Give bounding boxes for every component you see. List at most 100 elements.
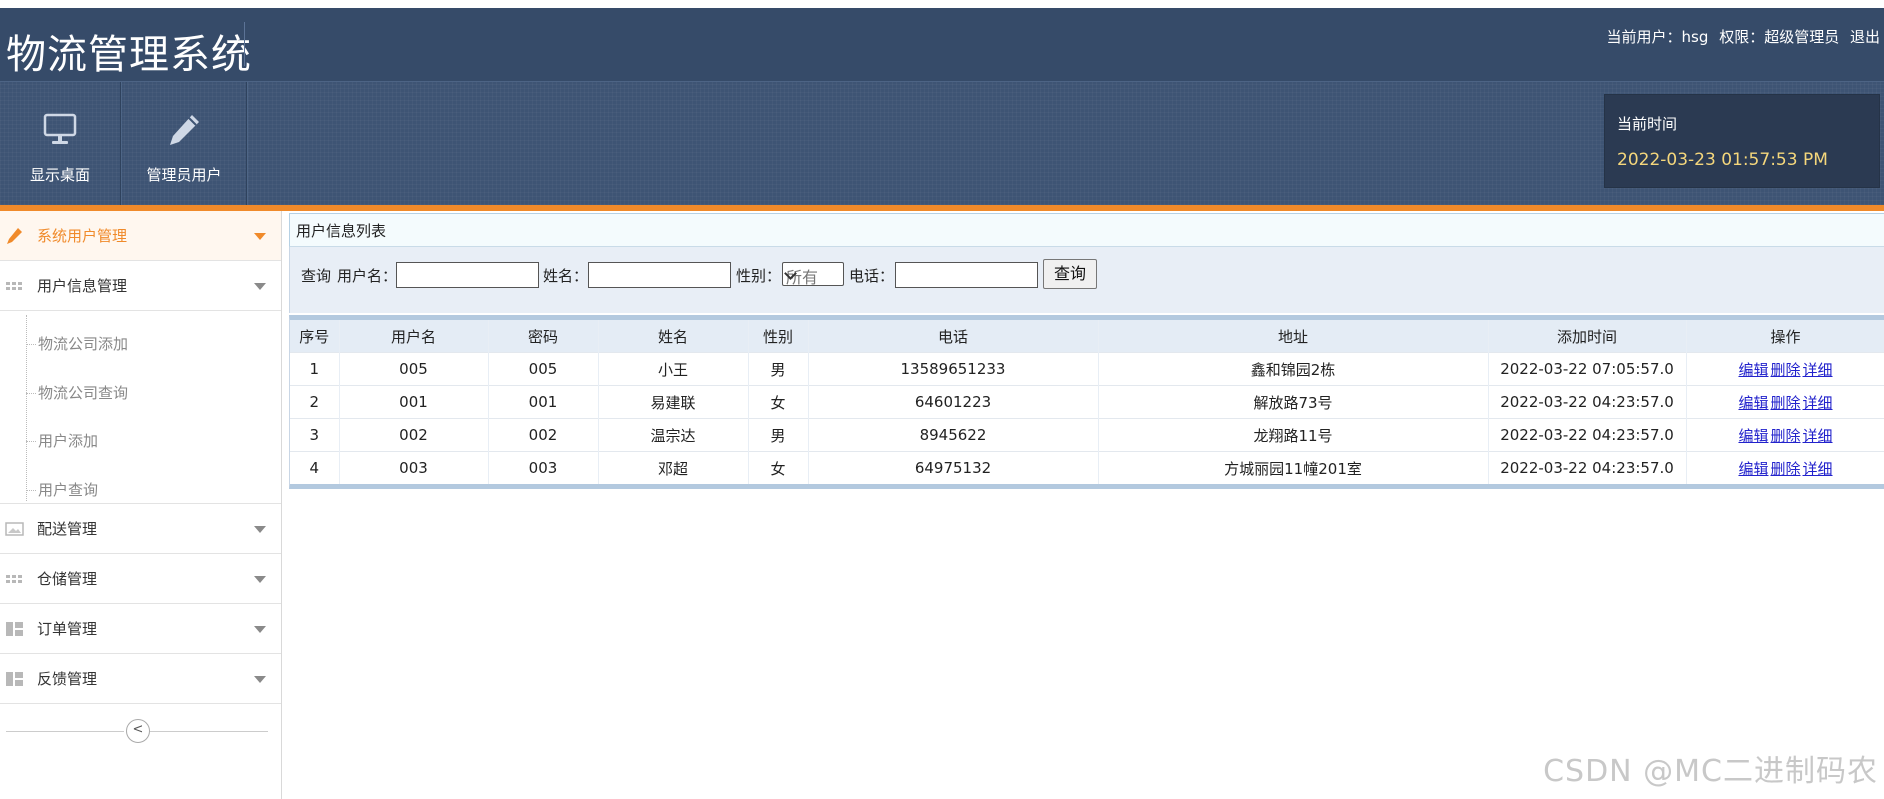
- chevron-down-icon: [254, 676, 266, 683]
- table-row: 2 001 001 易建联 女 64601223 解放路73号 2022-03-…: [290, 385, 1884, 419]
- edit-link[interactable]: 编辑: [1738, 361, 1768, 379]
- top-bar: 物流管理系统 当前用户：hsg 权限：超级管理员 退出: [0, 8, 1884, 82]
- user-table-wrapper: 序号 用户名 密码 姓名 性别 电话 地址 添加时间 操作 1 005 005 …: [289, 315, 1884, 489]
- current-time-value: 2022-03-23 01:57:53 PM: [1617, 150, 1828, 170]
- system-title: 物流管理系统: [6, 32, 252, 78]
- watermark: CSDN @MC二进制码农: [1543, 754, 1878, 789]
- gender-select[interactable]: 所有: [782, 262, 844, 287]
- main-content: 用户信息列表 查询 用户名： 姓名： 性别： 所有 电话： 查询 序号 用户名 …: [289, 213, 1884, 489]
- show-desktop-button[interactable]: 显示桌面: [0, 82, 121, 205]
- cell-gender: 男: [748, 418, 809, 452]
- column-header: 操作: [1686, 320, 1884, 353]
- cell-name: 小王: [598, 352, 749, 386]
- chevron-down-icon: [254, 626, 266, 633]
- menu-user-info-management[interactable]: 用户信息管理: [0, 261, 281, 311]
- panel-header: 用户信息列表: [289, 213, 1884, 247]
- detail-link[interactable]: 详细: [1803, 427, 1833, 445]
- logout-link[interactable]: 退出: [1850, 28, 1880, 46]
- detail-link[interactable]: 详细: [1803, 394, 1833, 412]
- phone-input[interactable]: [895, 262, 1038, 288]
- cell-password: 002: [488, 418, 599, 452]
- cell-index: 1: [290, 352, 340, 386]
- delete-link[interactable]: 删除: [1770, 427, 1800, 445]
- admin-user-label: 管理员用户: [146, 166, 222, 184]
- menu-warehouse-management[interactable]: 仓储管理: [0, 554, 281, 604]
- chevron-down-icon: [254, 576, 266, 583]
- submenu-label: 物流公司添加: [38, 335, 129, 353]
- delete-link[interactable]: 删除: [1770, 361, 1800, 379]
- column-header: 电话: [808, 320, 1099, 353]
- cell-actions: 编辑 删除 详细: [1686, 418, 1884, 452]
- submenu-label: 用户查询: [38, 481, 99, 499]
- menu-label: 反馈管理: [37, 670, 98, 688]
- cell-gender: 女: [748, 451, 809, 484]
- delete-link[interactable]: 删除: [1770, 394, 1800, 412]
- tree-dash: [26, 490, 36, 491]
- menu-system-user-management[interactable]: 系统用户管理: [0, 211, 281, 261]
- cell-name: 温宗达: [598, 418, 749, 452]
- current-user-label: 当前用户：hsg: [1606, 28, 1709, 46]
- edit-link[interactable]: 编辑: [1738, 427, 1768, 445]
- menu-order-management[interactable]: 订单管理: [0, 604, 281, 654]
- cell-address: 方城丽园11幢201室: [1098, 451, 1489, 484]
- title-divider: [244, 22, 245, 66]
- cell-name: 易建联: [598, 385, 749, 419]
- table-header-row: 序号 用户名 密码 姓名 性别 电话 地址 添加时间 操作: [290, 320, 1884, 353]
- panel-title: 用户信息列表: [296, 222, 387, 240]
- cell-added-time: 2022-03-22 04:23:57.0: [1488, 418, 1687, 452]
- cell-actions: 编辑 删除 详细: [1686, 451, 1884, 484]
- chevron-down-icon: [254, 526, 266, 533]
- tree-dash: [26, 393, 36, 394]
- menu-feedback-management[interactable]: 反馈管理: [0, 654, 281, 704]
- name-input[interactable]: [588, 262, 731, 288]
- username-label: 用户名：: [337, 267, 398, 285]
- table-row: 4 003 003 邓超 女 64975132 方城丽园11幢201室 2022…: [290, 451, 1884, 484]
- column-header: 姓名: [598, 320, 749, 353]
- detail-link[interactable]: 详细: [1803, 460, 1833, 478]
- show-desktop-label: 显示桌面: [29, 166, 90, 184]
- column-header: 地址: [1098, 320, 1489, 353]
- chevron-down-icon: [254, 233, 266, 240]
- tree-dash: [26, 344, 36, 345]
- column-header: 密码: [488, 320, 599, 353]
- delete-link[interactable]: 删除: [1770, 460, 1800, 478]
- detail-link[interactable]: 详细: [1803, 361, 1833, 379]
- cell-added-time: 2022-03-22 04:23:57.0: [1488, 385, 1687, 419]
- menu-label: 配送管理: [37, 520, 98, 538]
- grid-icon: [5, 570, 25, 588]
- submenu: 物流公司添加 物流公司查询 用户添加 用户查询: [0, 311, 281, 504]
- pencil-icon: [122, 110, 246, 150]
- menu-label: 系统用户管理: [37, 227, 128, 245]
- cell-phone: 64601223: [808, 385, 1099, 419]
- edit-link[interactable]: 编辑: [1738, 394, 1768, 412]
- name-label: 姓名：: [543, 267, 589, 285]
- menu-delivery-management[interactable]: 配送管理: [0, 504, 281, 554]
- cell-address: 龙翔路11号: [1098, 418, 1489, 452]
- cell-password: 003: [488, 451, 599, 484]
- cell-added-time: 2022-03-22 07:05:57.0: [1488, 352, 1687, 386]
- sidebar-collapse-row: <: [6, 719, 268, 743]
- phone-label: 电话：: [849, 267, 895, 285]
- table-row: 1 005 005 小王 男 13589651233 鑫和锦园2栋 2022-0…: [290, 352, 1884, 386]
- cell-gender: 男: [748, 352, 809, 386]
- submenu-label: 用户添加: [38, 432, 99, 450]
- table-row: 3 002 002 温宗达 男 8945622 龙翔路11号 2022-03-2…: [290, 418, 1884, 452]
- query-label: 查询: [301, 267, 332, 285]
- role-label: 权限：超级管理员: [1719, 28, 1840, 46]
- tree-dash: [26, 441, 36, 442]
- cell-address: 鑫和锦园2栋: [1098, 352, 1489, 386]
- menu-label: 用户信息管理: [37, 277, 128, 295]
- cell-name: 邓超: [598, 451, 749, 484]
- sidebar-collapse-button[interactable]: <: [126, 719, 150, 743]
- search-button[interactable]: 查询: [1043, 259, 1097, 289]
- sidebar: 系统用户管理 用户信息管理 物流公司添加 物流公司查询 用户添加 用户查询 配送…: [0, 211, 282, 799]
- user-table: 序号 用户名 密码 姓名 性别 电话 地址 添加时间 操作 1 005 005 …: [290, 320, 1884, 484]
- submenu-tree-line: [26, 315, 27, 501]
- cell-added-time: 2022-03-22 04:23:57.0: [1488, 451, 1687, 484]
- cell-phone: 8945622: [808, 418, 1099, 452]
- cell-username: 003: [339, 451, 489, 484]
- edit-link[interactable]: 编辑: [1738, 460, 1768, 478]
- admin-user-button[interactable]: 管理员用户: [122, 82, 247, 205]
- username-input[interactable]: [396, 262, 539, 288]
- pencil-icon: [5, 227, 25, 245]
